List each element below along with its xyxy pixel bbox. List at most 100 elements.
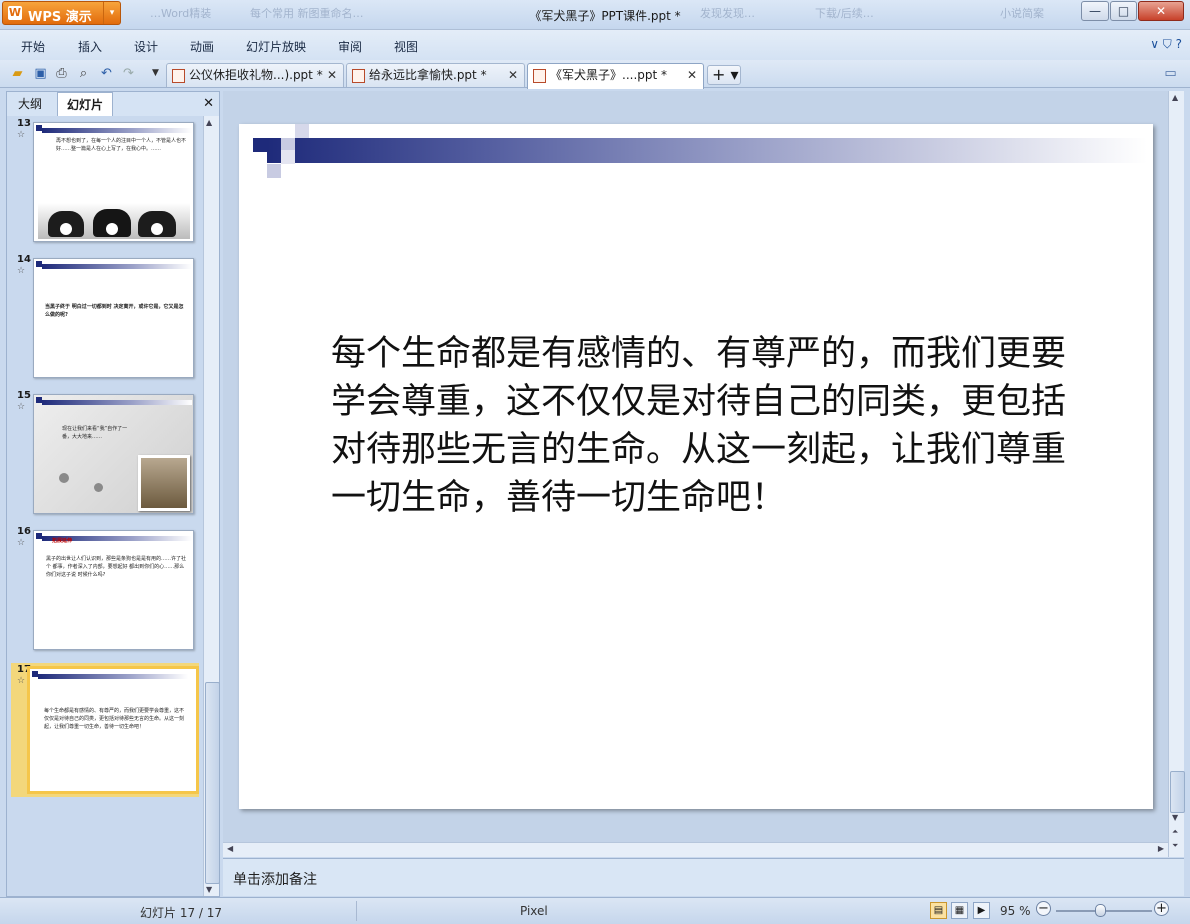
doc-tab-label: 给永远比拿愉快.ppt * <box>369 68 487 82</box>
dogs-image <box>38 203 190 239</box>
wps-logo-icon: W <box>8 6 22 20</box>
prev-slide-icon: ⏶ <box>1172 827 1179 836</box>
thumbnail-text: 现在让我们来看“我”自作了一番，大大地来…… <box>62 426 128 440</box>
current-slide[interactable]: 每个生命都是有感情的、有尊严的，而我们更要学会尊重，这不仅仅是对待自己的同类，更… <box>239 124 1153 809</box>
deco-square <box>267 164 281 178</box>
deco-square <box>253 138 267 152</box>
thumbnail-heading: 拓展延伸 <box>52 538 73 544</box>
doc-tab[interactable]: 公仪休拒收礼物...).ppt * ✕ <box>166 63 344 87</box>
slide-thumbnail-list: 13 ☆ 再不想也到了，在每一个人的注目中一个人，不管是人也不好……整一篇是人在… <box>7 116 203 896</box>
next-slide-icon: ⏷ <box>1172 841 1179 850</box>
deco-square <box>267 124 281 138</box>
doc-tab-label: 《军犬黑子》....ppt * <box>550 68 668 82</box>
background-window-tab[interactable]: 下载/后续… <box>815 5 874 25</box>
slide-thumbnail[interactable]: 现在让我们来看“我”自作了一番，大大地来…… <box>33 394 194 514</box>
paw-print <box>94 483 103 492</box>
slide-number: 14 <box>17 254 31 265</box>
tab-outline[interactable]: 大纲 <box>9 92 51 116</box>
divider <box>356 901 357 921</box>
zoom-level: 95 % <box>1000 904 1031 918</box>
doc-tab-active[interactable]: 《军犬黑子》....ppt * ✕ <box>527 63 704 89</box>
normal-view-icon[interactable]: ▤ <box>930 902 947 919</box>
slide-number: 16 <box>17 526 31 537</box>
undo-icon[interactable]: ↶ <box>99 66 114 81</box>
close-tab-icon[interactable]: ✕ <box>687 64 697 86</box>
close-tab-icon[interactable]: ✕ <box>508 64 518 86</box>
animation-star-icon: ☆ <box>17 402 26 412</box>
zoom-out-icon[interactable]: − <box>1036 901 1051 916</box>
close-button[interactable]: ✕ <box>1138 1 1184 21</box>
zoom-slider-thumb[interactable] <box>1095 904 1106 917</box>
maximize-button[interactable]: □ <box>1110 1 1137 21</box>
redo-icon[interactable]: ↷ <box>121 66 136 81</box>
new-tab-button[interactable]: + ▾ <box>707 65 741 85</box>
status-bar: 幻灯片 17 / 17 Pixel ▤ ▦ ▶ 95 % − + <box>0 897 1190 924</box>
tab-slides[interactable]: 幻灯片 <box>57 92 114 116</box>
scroll-left-icon: ◀ <box>227 844 234 853</box>
doc-tab-label: 公仪休拒收礼物...).ppt * <box>189 68 323 82</box>
scroll-down-icon: ▼ <box>1172 813 1179 822</box>
window-title: 《军犬黑子》PPT课件.ppt * <box>529 9 681 23</box>
help-controls[interactable]: ∨ ⛉ ? <box>1150 37 1182 52</box>
slide-thumbnail[interactable]: 当黑子终于 明白过一切都到时 决定离开，或许它是，它又是怎么做的呢? <box>33 258 194 378</box>
menu-view[interactable]: 视图 <box>394 38 418 55</box>
title-bar: W WPS 演示 ▾ …Word精装 每个常用 新图重命名… 发现发现… 下载/… <box>0 0 1190 30</box>
menu-design[interactable]: 设计 <box>134 38 158 55</box>
theme-name: Pixel <box>520 904 548 918</box>
animation-star-icon: ☆ <box>17 676 26 686</box>
zoom-in-icon[interactable]: + <box>1154 901 1169 916</box>
minimize-button[interactable]: — <box>1081 1 1109 21</box>
slide-body-text[interactable]: 每个生命都是有感情的、有尊严的，而我们更要学会尊重，这不仅仅是对待自己的同类，更… <box>331 330 1071 522</box>
animation-star-icon: ☆ <box>17 266 26 276</box>
deco-square <box>295 124 309 138</box>
chevron-down-icon[interactable]: ▾ <box>103 2 120 24</box>
scroll-down-icon: ▼ <box>206 885 213 894</box>
print-preview-icon[interactable]: ⌕ <box>76 66 91 81</box>
toolbar: ▰ ▣ ⎙ ⌕ ↶ ↷ ▼ 公仪休拒收礼物...).ppt * ✕ 给永远比拿愉… <box>0 60 1190 89</box>
header-gradient-band <box>267 138 1147 163</box>
slideshow-icon[interactable]: ▶ <box>973 902 990 919</box>
notes-pane[interactable]: 单击添加备注 <box>223 858 1184 896</box>
notes-placeholder: 单击添加备注 <box>233 872 317 888</box>
doc-tab[interactable]: 给永远比拿愉快.ppt * ✕ <box>346 63 525 87</box>
background-window-tab[interactable]: 发现发现… <box>700 5 755 25</box>
panel-toggle-icon[interactable]: ▭ <box>1163 66 1178 81</box>
deco-square <box>281 150 295 164</box>
horizontal-scrollbar[interactable]: ◀ ▶ <box>223 842 1168 857</box>
menu-insert[interactable]: 插入 <box>78 38 102 55</box>
open-folder-icon[interactable]: ▰ <box>10 66 25 81</box>
menu-slideshow[interactable]: 幻灯片放映 <box>246 38 306 55</box>
menu-bar: 开始 插入 设计 动画 幻灯片放映 审阅 视图 ∨ ⛉ ? <box>0 30 1190 60</box>
scroll-thumb[interactable] <box>1170 771 1185 813</box>
paw-print <box>59 473 69 483</box>
scroll-right-icon: ▶ <box>1157 844 1164 853</box>
ppt-file-icon <box>172 69 185 83</box>
close-tab-icon[interactable]: ✕ <box>327 64 337 86</box>
customize-dropdown-icon[interactable]: ▼ <box>148 66 163 81</box>
animation-star-icon: ☆ <box>17 130 26 140</box>
thumbnail-text: 再不想也到了，在每一个人的注目中一个人，不管是人也不好……整一篇是人在心上写了，… <box>56 138 187 152</box>
thumbnail-scrollbar[interactable]: ▲ ▼ <box>203 116 220 896</box>
app-menu-label: WPS 演示 <box>28 10 92 25</box>
thumbnail-text: 每个生命都是有感情的、有尊严的，而我们更要学会尊重，这不仅仅是对待自己的同类，更… <box>44 708 185 730</box>
background-window-tab[interactable]: …Word精装 <box>150 5 211 25</box>
scroll-thumb[interactable] <box>205 682 220 884</box>
menu-review[interactable]: 审阅 <box>338 38 362 55</box>
slide-scrollbar[interactable]: ▲ ▼ ⏶ ⏷ <box>1168 91 1185 857</box>
slide-thumbnail-selected[interactable]: 每个生命都是有感情的、有尊严的，而我们更要学会尊重，这不仅仅是对待自己的同类，更… <box>27 666 199 794</box>
scroll-up-icon: ▲ <box>1172 93 1179 102</box>
slide-thumbnail[interactable]: 拓展延伸 黑子的出世让人们认识到，那些是条狗也是是有用的……许了社个 都事，作者… <box>33 530 194 650</box>
wps-app-menu-button[interactable]: W WPS 演示 ▾ <box>2 1 121 25</box>
save-icon[interactable]: ▣ <box>33 66 48 81</box>
menu-home[interactable]: 开始 <box>21 38 45 55</box>
background-window-tab[interactable]: 小说简案 <box>1000 5 1044 25</box>
thumbnail-text: 当黑子终于 明白过一切都到时 决定离开，或许它是，它又是怎么做的呢? <box>45 304 184 318</box>
print-icon[interactable]: ⎙ <box>54 66 69 81</box>
menu-animation[interactable]: 动画 <box>190 38 214 55</box>
slide-thumbnail[interactable]: 再不想也到了，在每一个人的注目中一个人，不管是人也不好……整一篇是人在心上写了，… <box>33 122 194 242</box>
close-panel-icon[interactable]: ✕ <box>203 96 214 111</box>
slide-sorter-icon[interactable]: ▦ <box>951 902 968 919</box>
background-window-tab[interactable]: 每个常用 新图重命名… <box>250 5 364 25</box>
slide-counter: 幻灯片 17 / 17 <box>140 906 223 920</box>
ppt-file-icon <box>533 69 546 83</box>
